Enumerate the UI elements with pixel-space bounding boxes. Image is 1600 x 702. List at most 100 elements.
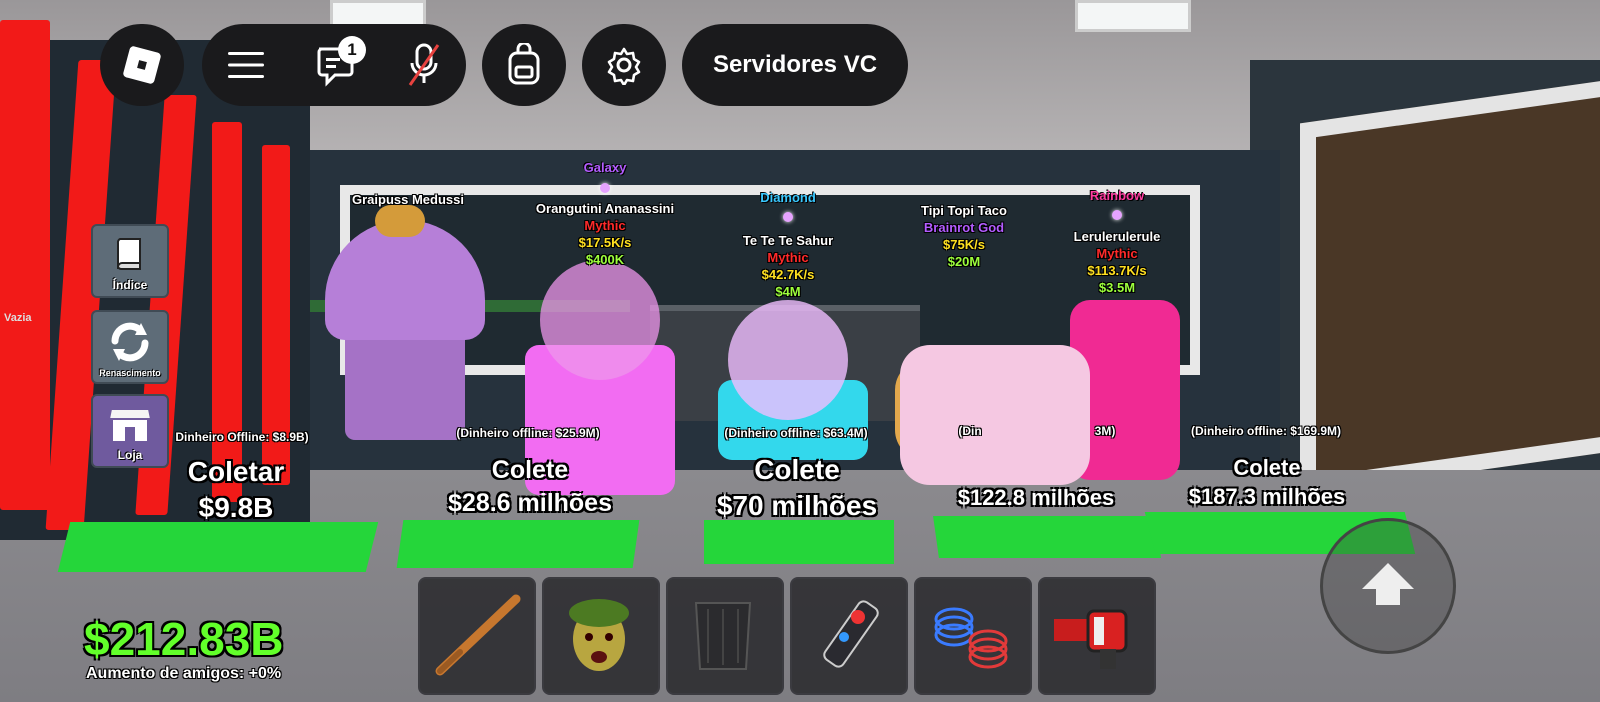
shop-icon [107,403,153,448]
collect-amount: $28.6 milhões [448,488,612,517]
hotbar-slot[interactable] [1038,577,1156,695]
roblox-menu-button[interactable] [100,24,184,106]
jump-button[interactable] [1320,518,1456,654]
mutation-orb [600,183,610,193]
right-window [1300,76,1600,496]
gear-icon [604,45,644,85]
red-bar [212,122,242,502]
collect-button[interactable]: Coletar $9.8B [188,454,284,527]
backpack-icon [504,43,544,87]
brainrot-rate: $17.5K/s [578,235,632,250]
book-icon [110,233,150,278]
brainrot-price: $20M [947,254,981,269]
mutation-orb [1112,210,1122,220]
side-button-shop[interactable]: Loja [91,394,169,468]
brainrot-label: Orangutini Ananassini Mythic $17.5K/s $4… [536,200,674,268]
brainrot-name: Graipuss Medussi [352,192,464,207]
brainrot-rarity: Mythic [767,250,809,265]
collect-action-label: Colete [1233,455,1301,480]
brainrot-name: Te Te Te Sahur [742,233,834,248]
roblox-logo-icon [120,43,164,87]
collect-button[interactable]: $122.8 milhões [958,484,1115,513]
hotbar-slot[interactable] [914,577,1032,695]
brainrot-name: Lerulerulerule [1073,229,1161,244]
settings-button[interactable] [582,24,666,106]
te-te-te-sahur-bubble [728,300,848,420]
brainrot-mutation: Rainbow [1089,188,1145,203]
collect-amount: $9.8B [198,492,274,524]
brainrot-rarity: Mythic [1096,246,1138,261]
offline-money-label: (Dinheiro offline: $25.9M) [456,426,600,440]
brainrot-price: $400K [585,252,625,267]
brainrot-mutation: Diamond [760,190,816,205]
side-button-index[interactable]: Índice [91,224,169,298]
brainrot-rate: $75K/s [943,237,985,252]
invisibility-cloak-icon [668,602,778,693]
collect-amount: $70 milhões [716,490,878,522]
brainrot-label: Tipi Topi Taco Brainrot God $75K/s $20M [921,202,1007,270]
red-bar [0,20,50,510]
backpack-button[interactable] [482,24,566,106]
brainrot-rarity: Mythic [584,218,626,233]
offline-money-label: (Dinheiro offline: $169.9M) [1190,424,1342,438]
mutation-orb [783,212,793,222]
speed-coil-icon [916,607,1026,693]
side-button-rebirth[interactable]: Renascimento [91,310,169,384]
medusa-head-icon [544,599,654,693]
collect-pad [933,516,1161,558]
brainrot-label: Lerulerulerule Mythic $113.7K/s $3.5M [1074,228,1161,296]
friends-boost-label: Aumento de amigos: +0% [86,665,282,682]
graipuss-hat [375,205,425,237]
orangutini-bubble [540,260,660,380]
brainrot-price: $3.5M [1098,280,1136,295]
collect-pad [396,520,640,568]
tipi-topi-taco-pig [900,345,1090,485]
brainrot-label: Diamond [760,190,816,205]
ceiling-light [1075,0,1191,32]
offline-money-label-tail: 3M) [1094,424,1116,438]
collect-action-label: Coletar [187,456,285,487]
brainrot-rarity: Brainrot God [923,220,1005,235]
brainrot-mutation: Galaxy [583,160,627,175]
side-button-label: Índice [112,278,148,292]
rebirth-icon [107,321,153,368]
offline-money-label: (Dinheiro offline: $63.4M) [724,426,868,440]
brainrot-name: Orangutini Ananassini [535,201,675,216]
left-sign: Vazia [4,312,32,324]
arrow-up-icon [1358,559,1418,614]
player-money: $212.83B [84,613,284,665]
hotbar-slot[interactable] [790,577,908,695]
collect-action-label: Colete [754,454,840,485]
brainrot-name: Tipi Topi Taco [921,203,1007,218]
collect-button[interactable]: Colete $187.3 milhões [1189,454,1346,511]
baseball-bat-icon [420,594,530,693]
collect-action-label: Colete [491,456,569,484]
brainrot-rate: $113.7K/s [1087,263,1147,278]
collect-amount: $187.3 milhões [1188,483,1346,509]
hotbar-slot[interactable] [666,577,784,695]
brainrot-label: Te Te Te Sahur Mythic $42.7K/s $4M [743,232,833,300]
top-controls-group [202,24,466,106]
quantum-cloner-icon [792,600,902,693]
hotbar-slot[interactable] [418,577,536,695]
chat-notification-badge: 1 [338,36,366,64]
hotbar-slot[interactable] [542,577,660,695]
hamburger-menu-icon[interactable] [226,49,266,81]
collect-pad [704,520,894,564]
side-button-label: Renascimento [99,368,161,378]
brainrot-label: Graipuss Medussi [352,192,464,207]
collect-button[interactable]: Colete $28.6 milhões [448,454,612,519]
laser-cannon-icon [1040,609,1150,693]
brainrot-price: $4M [775,284,801,299]
microphone-muted-icon[interactable] [406,41,442,89]
collect-pad [57,522,379,572]
offline-money-label: (Din [958,424,982,438]
collect-button[interactable]: Colete $70 milhões [717,452,877,525]
offline-money-label: Dinheiro Offline: $8.9B) [175,430,309,444]
collect-amount: $122.8 milhões [957,485,1115,510]
brainrot-label: Galaxy [584,160,627,175]
brainrot-rate: $42.7K/s [761,267,815,282]
brainrot-label: Rainbow [1090,188,1144,203]
voice-servers-button[interactable]: Servidores VC [682,24,908,106]
side-button-label: Loja [117,448,143,462]
